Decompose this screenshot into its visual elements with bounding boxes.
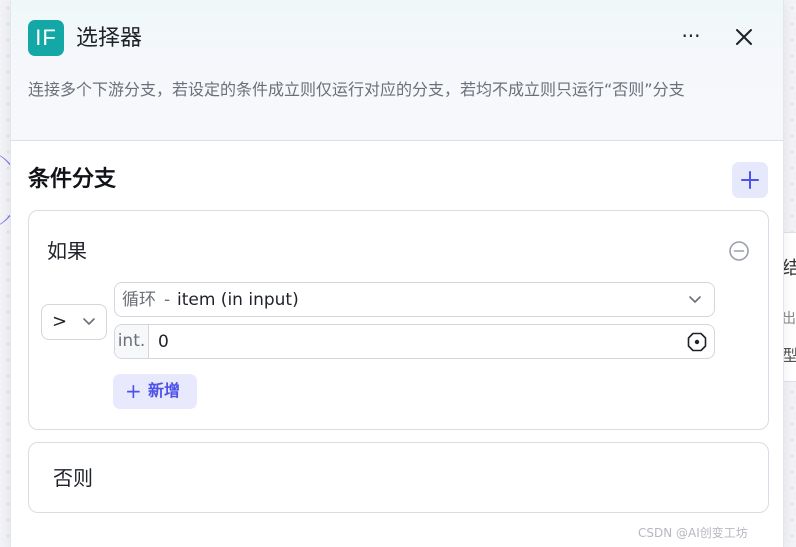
- variable-value: item (in input): [177, 290, 299, 310]
- variable-source-label: 循环: [122, 290, 156, 310]
- plus-icon: [741, 171, 759, 189]
- add-condition-label: 新增: [148, 381, 181, 400]
- plus-icon: +: [125, 379, 142, 403]
- operator-select[interactable]: >: [41, 304, 107, 340]
- value-type-label: int.: [115, 325, 149, 358]
- canvas-node-text: 结: [782, 258, 796, 279]
- if-branch-card: 如果 > 循环 - item (in input) int. 0 + 新增: [28, 210, 769, 430]
- canvas-node-text: 出: [782, 311, 796, 327]
- variable-reference-icon[interactable]: [686, 331, 708, 353]
- panel-header: IF 选择器 ··· 连接多个下游分支，若设定的条件成立则仅运行对应的分支，若均…: [11, 0, 783, 141]
- more-glyph: ···: [681, 24, 701, 48]
- node-config-panel: IF 选择器 ··· 连接多个下游分支，若设定的条件成立则仅运行对应的分支，若均…: [10, 0, 784, 547]
- node-description: 连接多个下游分支，若设定的条件成立则仅运行对应的分支，若均不成立则只运行“否则”…: [28, 80, 685, 99]
- else-branch-card: 否则: [28, 442, 769, 513]
- chevron-down-icon: [689, 296, 701, 303]
- compare-value-input[interactable]: 0: [158, 330, 658, 354]
- section-title: 条件分支: [28, 167, 117, 192]
- operator-value: >: [52, 311, 68, 332]
- add-branch-button[interactable]: [732, 162, 768, 198]
- if-branch-label: 如果: [47, 239, 87, 263]
- variable-separator: -: [164, 290, 171, 310]
- canvas-node-text: 型: [782, 346, 796, 365]
- close-icon[interactable]: [729, 22, 759, 52]
- node-title[interactable]: 选择器: [76, 24, 142, 54]
- variable-select[interactable]: 循环 - item (in input): [114, 282, 715, 317]
- add-condition-button[interactable]: + 新增: [113, 374, 197, 409]
- remove-branch-icon[interactable]: [728, 240, 750, 262]
- chevron-down-icon: [83, 318, 95, 325]
- else-branch-label: 否则: [53, 466, 93, 490]
- more-horizontal-icon[interactable]: ···: [675, 26, 707, 50]
- watermark: CSDN @AI创变工坊: [638, 526, 748, 540]
- if-node-icon: IF: [28, 20, 64, 56]
- compare-value-field: int. 0: [114, 324, 715, 359]
